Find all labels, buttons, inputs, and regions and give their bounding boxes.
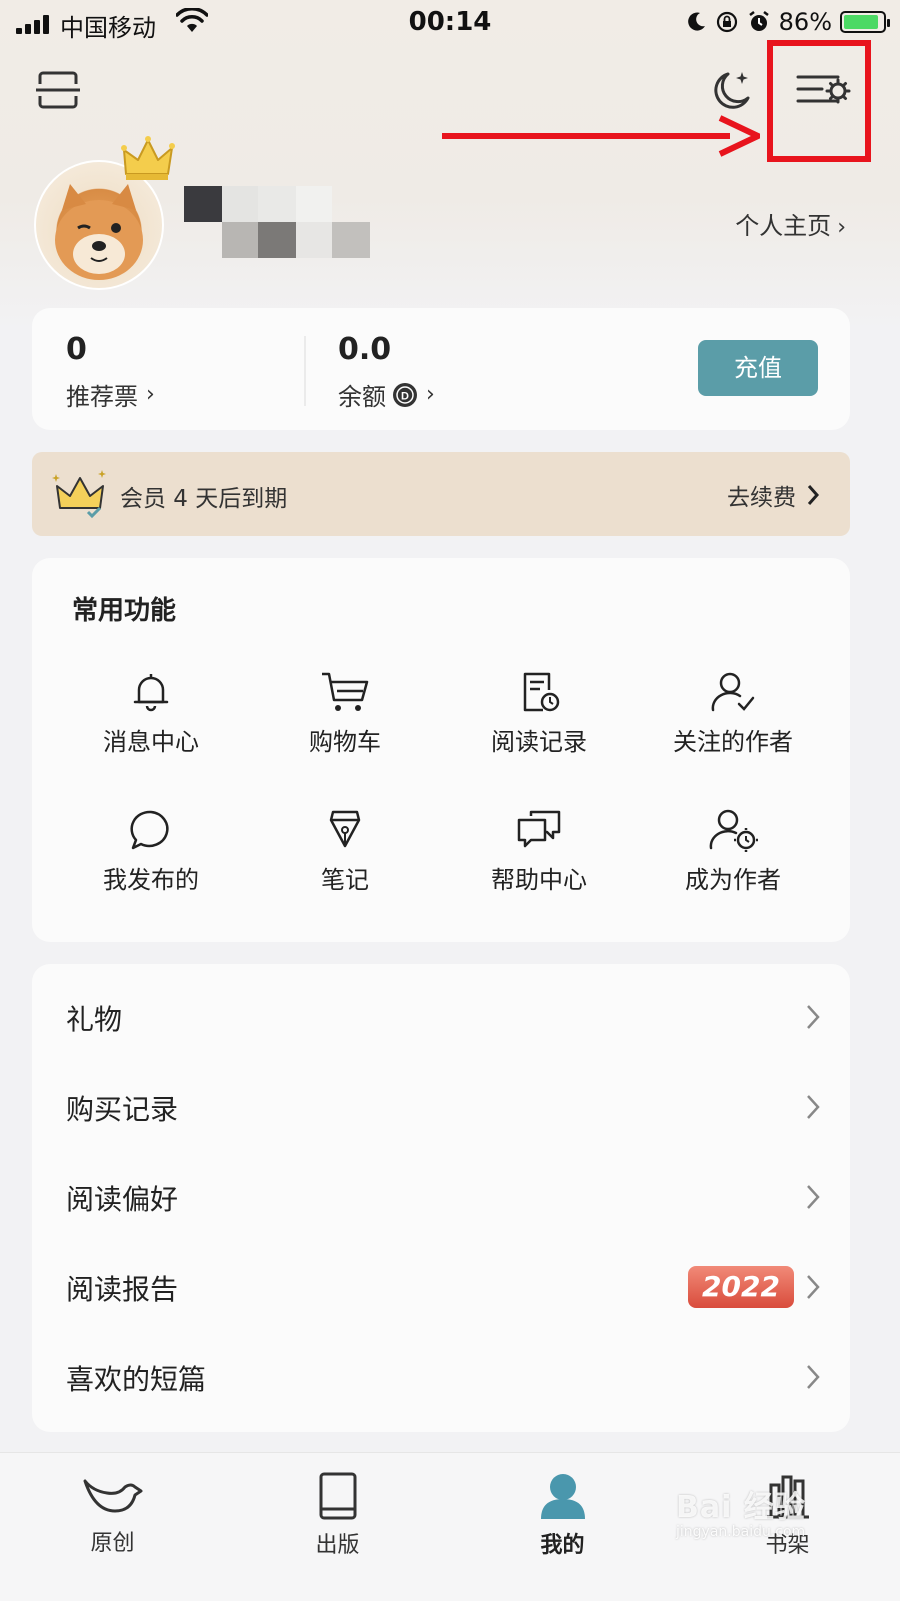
function-label: 帮助中心	[491, 866, 587, 894]
annotation-arrow-icon	[442, 115, 760, 157]
divider	[304, 336, 306, 406]
alarm-icon	[748, 11, 769, 31]
menu-item-label: 购买记录	[66, 1093, 179, 1126]
menu-item-label: 阅读偏好	[66, 1183, 179, 1216]
menu-list: 礼物 购买记录 阅读偏好 阅读报告 2022 喜欢的短篇	[32, 964, 850, 1432]
function-label: 购物车	[309, 728, 381, 756]
tab-label: 原创	[90, 1531, 135, 1556]
coin-icon: D	[393, 382, 417, 407]
chevron-right-icon	[807, 1005, 820, 1029]
rotation-lock-icon	[716, 11, 737, 33]
year-badge: 2022	[688, 1266, 794, 1308]
chevron-right-icon	[807, 1365, 820, 1389]
personal-homepage-link[interactable]: 个人主页 ›	[735, 206, 846, 241]
battery-icon	[840, 11, 890, 33]
balance-label: 余额	[338, 383, 386, 411]
night-mode-icon[interactable]	[708, 68, 754, 114]
function-label: 阅读记录	[491, 728, 587, 756]
battery-percent: 86%	[778, 8, 832, 36]
menu-item-gifts[interactable]: 礼物	[32, 974, 850, 1064]
help-chat-icon	[517, 810, 561, 848]
svg-text:D: D	[401, 390, 409, 402]
pen-nib-icon	[329, 810, 361, 848]
annotation-highlight-box	[767, 40, 871, 162]
chevron-right-icon: ›	[426, 382, 435, 407]
menu-item-purchase-history[interactable]: 购买记录	[32, 1064, 850, 1154]
function-message-center[interactable]: 消息中心	[56, 670, 246, 757]
recommend-tickets[interactable]: 0 推荐票 ›	[66, 332, 155, 412]
bird-icon	[83, 1479, 142, 1513]
cart-icon	[322, 672, 369, 711]
menu-item-reading-report[interactable]: 阅读报告 2022	[32, 1244, 850, 1334]
tab-label: 出版	[315, 1533, 360, 1558]
function-become-author[interactable]: 成为作者	[638, 808, 828, 895]
chevron-right-icon	[807, 1095, 820, 1119]
username-redacted	[184, 186, 384, 260]
vip-crown-icon	[52, 470, 106, 519]
watermark-url: jingyan.baidu.com	[676, 1524, 806, 1540]
menu-item-label: 礼物	[66, 1003, 123, 1036]
menu-item-reading-preferences[interactable]: 阅读偏好	[32, 1154, 850, 1244]
recharge-button[interactable]: 充值	[698, 340, 818, 396]
menu-item-label: 阅读报告	[66, 1273, 179, 1306]
crown-icon	[121, 136, 175, 180]
wallet-card: 0 推荐票 › 0.0 余额 D › 充值	[32, 308, 850, 430]
function-followed-authors[interactable]: 关注的作者	[638, 670, 828, 757]
personal-homepage-label: 个人主页	[735, 212, 832, 240]
reading-history-icon	[523, 672, 560, 712]
book-icon	[319, 1472, 356, 1520]
chevron-right-icon	[807, 1185, 820, 1209]
tab-mine[interactable]: 我的	[450, 1453, 675, 1601]
function-my-posts[interactable]: 我发布的	[56, 808, 246, 895]
tab-original[interactable]: 原创	[0, 1453, 225, 1601]
followed-author-icon	[711, 672, 755, 712]
renew-link[interactable]: 去续费	[727, 478, 820, 512]
become-author-icon	[709, 809, 758, 852]
section-title: 常用功能	[72, 596, 177, 626]
chat-bubble-icon	[130, 810, 169, 850]
status-bar: 中国移动 00:14 86%	[0, 0, 900, 46]
chevron-right-icon	[807, 485, 820, 505]
membership-expire-text: 会员 4 天后到期	[120, 486, 288, 512]
person-icon	[540, 1474, 585, 1519]
function-label: 我发布的	[103, 866, 199, 894]
balance[interactable]: 0.0 余额 D ›	[338, 332, 435, 412]
chevron-right-icon	[807, 1275, 820, 1299]
tab-publish[interactable]: 出版	[225, 1453, 450, 1601]
function-label: 笔记	[321, 866, 369, 894]
moon-status-icon	[687, 12, 705, 31]
bell-icon	[133, 674, 169, 712]
common-functions-card: 常用功能 消息中心 购物车 阅读记录 关注的作者 我发布的 笔记 帮助中心 成为…	[32, 558, 850, 942]
menu-item-label: 喜欢的短篇	[66, 1363, 207, 1396]
scan-icon[interactable]	[36, 70, 80, 110]
membership-bar[interactable]: 会员 4 天后到期 去续费	[32, 452, 850, 536]
function-label: 消息中心	[103, 728, 199, 756]
menu-item-liked-short-stories[interactable]: 喜欢的短篇	[32, 1334, 850, 1424]
renew-label: 去续费	[727, 485, 796, 511]
chevron-right-icon: ›	[146, 382, 155, 407]
status-right: 86%	[685, 8, 890, 36]
function-reading-history[interactable]: 阅读记录	[444, 670, 634, 757]
function-shopping-cart[interactable]: 购物车	[250, 670, 440, 757]
chevron-right-icon: ›	[837, 215, 846, 240]
function-label: 成为作者	[685, 866, 781, 894]
function-notes[interactable]: 笔记	[250, 808, 440, 895]
tab-label: 我的	[540, 1533, 585, 1558]
function-help-center[interactable]: 帮助中心	[444, 808, 634, 895]
function-label: 关注的作者	[673, 728, 793, 756]
balance-value: 0.0	[338, 332, 392, 367]
watermark: Bai 经验	[676, 1490, 806, 1525]
tickets-value: 0	[66, 332, 87, 367]
tickets-label: 推荐票	[66, 383, 138, 411]
